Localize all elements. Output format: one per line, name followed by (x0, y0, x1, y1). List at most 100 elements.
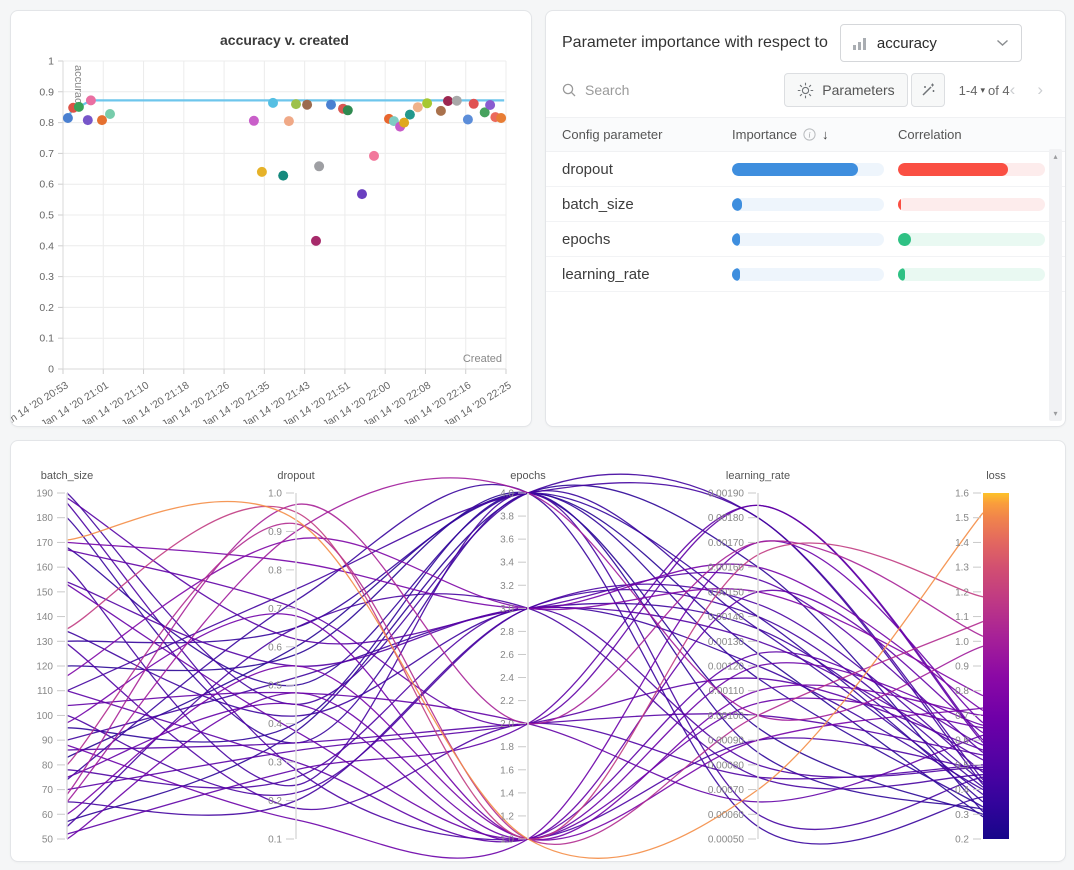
y-tick-label: 1 (48, 56, 54, 68)
next-page-icon[interactable]: › (1037, 80, 1043, 100)
scatter-point[interactable] (291, 99, 301, 109)
pagination-caret-icon[interactable]: ▾ (980, 85, 985, 96)
axis-tick-label: 0.00190 (708, 489, 745, 500)
importance-title: Parameter importance with respect to (562, 34, 828, 52)
scatter-point[interactable] (257, 167, 267, 177)
scatter-point[interactable] (83, 115, 93, 125)
scatter-point[interactable] (436, 106, 446, 116)
scroll-down-icon[interactable]: ▾ (1053, 409, 1057, 418)
parameter-row[interactable]: epochs (546, 222, 1065, 257)
scatter-point[interactable] (74, 102, 84, 112)
scatter-point[interactable] (443, 96, 453, 106)
correlation-bar (898, 163, 1045, 176)
scatter-point[interactable] (357, 189, 367, 199)
axis-tick-label: 100 (36, 711, 53, 722)
importance-bar-fill (732, 268, 740, 281)
axis-tick-label: 0.00120 (708, 662, 745, 673)
axis-tick-label: 0.00050 (708, 835, 745, 846)
axis-title: dropout (277, 470, 314, 482)
y-tick-label: 0.9 (39, 86, 54, 98)
prev-page-icon[interactable]: ‹ (1010, 80, 1016, 100)
parameters-button[interactable]: Parameters (784, 73, 907, 107)
scatter-point[interactable] (496, 113, 506, 123)
parameter-row[interactable]: batch_size (546, 187, 1065, 222)
parallel-coordinates-chart[interactable]: batch_size506070809010011012013014015016… (11, 441, 1063, 859)
search-box[interactable] (562, 81, 784, 99)
correlation-bar-fill (898, 268, 905, 281)
axis-title: loss (986, 470, 1006, 482)
run-line[interactable] (67, 498, 983, 753)
scatter-point[interactable] (278, 171, 288, 181)
axis-tick-label: 0.00150 (708, 587, 745, 598)
column-importance[interactable]: Importance i ↓ (732, 127, 898, 142)
axis-tick-label: 1.2 (955, 587, 969, 598)
scatter-point[interactable] (413, 102, 423, 112)
scatter-point[interactable] (302, 100, 312, 110)
parameter-name: batch_size (562, 196, 732, 213)
run-line[interactable] (67, 542, 983, 710)
importance-toolbar: Parameters 1-4 ▾ of 4 ‹ › (546, 67, 1065, 117)
column-config-parameter: Config parameter (562, 127, 732, 142)
scatter-point[interactable] (268, 98, 278, 108)
axis-tick-label: 1.0 (955, 637, 969, 648)
axis-tick-label: 3.4 (500, 558, 514, 569)
run-line[interactable] (67, 584, 983, 795)
table-scrollbar[interactable]: ▴ ▾ (1049, 149, 1062, 421)
correlation-bar-fill (898, 163, 1008, 176)
scatter-point[interactable] (452, 96, 462, 106)
axis-tick-label: 0.00080 (708, 760, 745, 771)
svg-text:i: i (808, 130, 810, 139)
scatter-point[interactable] (86, 95, 96, 105)
chevron-down-icon (996, 39, 1009, 47)
scatter-point[interactable] (405, 110, 415, 120)
axis-tick-label: 170 (36, 538, 53, 549)
accuracy-vs-created-chart[interactable]: 00.10.20.30.40.50.60.70.80.91Jan 14 '20 … (11, 11, 529, 424)
scatter-point[interactable] (249, 116, 259, 126)
scroll-up-icon[interactable]: ▴ (1053, 152, 1057, 161)
axis-tick-label: 120 (36, 662, 53, 673)
axis-tick-label: 90 (42, 736, 54, 747)
parameters-button-label: Parameters (822, 82, 894, 98)
axis-tick-label: 2.6 (500, 650, 514, 661)
magic-wand-button[interactable] (911, 73, 945, 107)
y-tick-label: 0.3 (39, 271, 54, 283)
metric-select[interactable]: accuracy (840, 24, 1022, 62)
scatter-point[interactable] (97, 115, 107, 125)
run-line[interactable] (67, 485, 983, 822)
run-line[interactable] (67, 714, 983, 755)
scatter-point[interactable] (326, 100, 336, 110)
scatter-point[interactable] (105, 109, 115, 119)
scatter-point[interactable] (469, 99, 479, 109)
scatter-point[interactable] (311, 236, 321, 246)
scatter-point[interactable] (284, 116, 294, 126)
axis-tick-label: 0.3 (955, 810, 969, 821)
scatter-point[interactable] (485, 100, 495, 110)
scatter-point[interactable] (369, 151, 379, 161)
parameter-row[interactable]: dropout (546, 152, 1065, 187)
axis-tick-label: 50 (42, 835, 54, 846)
axis-tick-label: 0.8 (268, 565, 282, 576)
pagination-range[interactable]: 1-4 (959, 83, 978, 98)
axis-tick-label: 0.7 (955, 711, 969, 722)
axis-tick-label: 110 (37, 686, 53, 697)
parallel-coordinates-panel: batch_size506070809010011012013014015016… (10, 440, 1066, 862)
axis-tick-label: 1.3 (955, 563, 969, 574)
parameter-row[interactable]: learning_rate (546, 257, 1065, 292)
scatter-point[interactable] (399, 118, 409, 128)
metric-select-value: accuracy (877, 35, 937, 52)
run-line[interactable] (67, 590, 983, 840)
scatter-point[interactable] (63, 113, 73, 123)
scatter-point[interactable] (314, 161, 324, 171)
scatter-point[interactable] (422, 98, 432, 108)
correlation-bar-fill (898, 198, 901, 211)
axis-tick-label: 4.0 (500, 489, 514, 500)
search-input[interactable] (583, 81, 697, 99)
scatter-point[interactable] (463, 115, 473, 125)
run-line[interactable] (67, 666, 983, 840)
axis-tick-label: 0.6 (955, 736, 969, 747)
sort-descending-icon: ↓ (822, 127, 829, 142)
scatter-point[interactable] (343, 105, 353, 115)
x-axis-title: Created (463, 353, 502, 365)
importance-bar (732, 163, 884, 176)
run-line[interactable] (67, 663, 983, 839)
